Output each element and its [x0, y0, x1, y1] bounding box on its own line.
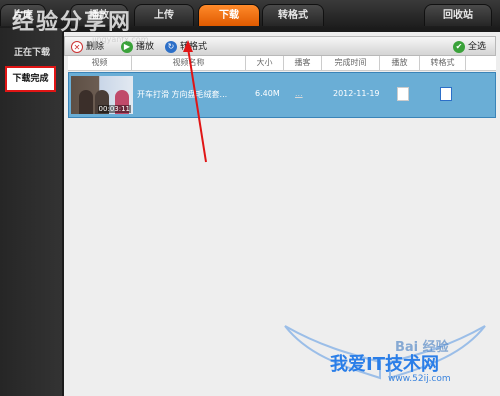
table-header: 视频 视频名称 大小 播客 完成时间 播放 转格式 [68, 56, 496, 71]
convert-icon: ↻ [165, 41, 177, 53]
watermark-logo-top: 经验分享网 [12, 10, 133, 35]
column-header-play[interactable]: 播放 [380, 56, 420, 70]
column-header-convert[interactable]: 转格式 [420, 56, 466, 70]
column-header-completed[interactable]: 完成时间 [322, 56, 380, 70]
checkmark-icon: ✔ [453, 41, 465, 53]
select-all-button[interactable]: ✔ 全选 [453, 40, 486, 54]
video-name: 开车打滑 方向盘毛绒套... [137, 90, 228, 99]
select-all-label: 全选 [468, 42, 487, 52]
tab-download[interactable]: 下载 [198, 4, 260, 26]
tab-recycle-bin[interactable]: 回收站 [424, 4, 492, 26]
convert-label: 转格式 [180, 42, 208, 52]
play-file-icon[interactable] [397, 87, 409, 101]
tab-convert[interactable]: 转格式 [262, 4, 324, 26]
column-header-name[interactable]: 视频名称 [132, 56, 246, 70]
table-row[interactable]: 00:03:11 开车打滑 方向盘毛绒套... 6.40M ... 2012-1… [68, 72, 496, 118]
app-window: 片库 播放 上传 下载 转格式 回收站 正在下载 下载完成 ✕ 删除 ▶ 播放 … [0, 0, 500, 396]
sidebar-item-downloaded[interactable]: 下载完成 [5, 66, 56, 92]
video-duration: 00:03:11 [97, 105, 131, 113]
video-size: 6.40M [255, 89, 280, 98]
delete-icon: ✕ [71, 41, 83, 53]
sidebar: 正在下载 下载完成 [0, 28, 62, 396]
sidebar-item-downloading[interactable]: 正在下载 [4, 40, 60, 66]
watermark-url-bottom: www.52ij.com [388, 374, 451, 384]
column-header-podcast[interactable]: 播客 [284, 56, 322, 70]
podcast-link[interactable]: ... [295, 89, 303, 98]
column-header-size[interactable]: 大小 [246, 56, 284, 70]
watermark-logo-bottom: 我爱IT技术网 [330, 354, 439, 375]
video-thumbnail[interactable]: 00:03:11 [71, 76, 133, 114]
convert-button[interactable]: ↻ 转格式 [165, 40, 207, 54]
completed-time: 2012-11-19 [333, 89, 380, 98]
tab-upload[interactable]: 上传 [134, 4, 194, 26]
convert-file-icon[interactable] [440, 87, 452, 101]
thumbnail-figure [79, 90, 93, 114]
watermark-url-top: jingyanfx.com [92, 35, 149, 44]
column-header-video[interactable]: 视频 [68, 56, 132, 70]
